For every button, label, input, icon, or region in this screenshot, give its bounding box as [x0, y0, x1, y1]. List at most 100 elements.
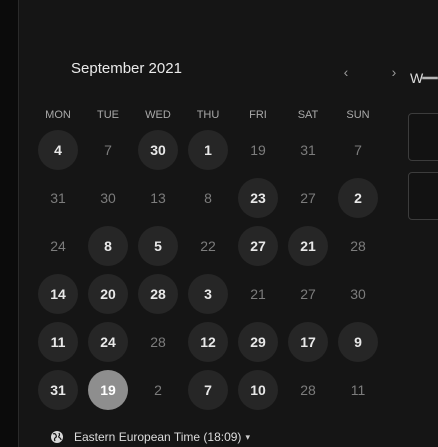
unavailable-day: 21	[233, 270, 283, 318]
available-day[interactable]: 27	[233, 222, 283, 270]
unavailable-day: 27	[283, 270, 333, 318]
available-day[interactable]: 4	[33, 126, 83, 174]
available-day[interactable]: 10	[233, 366, 283, 414]
day-number: 11	[38, 322, 78, 362]
available-day[interactable]: 31	[33, 366, 83, 414]
unavailable-day: 13	[133, 174, 183, 222]
unavailable-day: 27	[283, 174, 333, 222]
weekday-label: FRI	[249, 109, 267, 121]
unavailable-day: 11	[333, 366, 383, 414]
side-panel-divider	[422, 77, 438, 79]
available-day[interactable]: 29	[233, 318, 283, 366]
day-number: 20	[88, 274, 128, 314]
available-day[interactable]: 20	[83, 270, 133, 318]
calendar-week-row: 24 8 5 22 27 21 28	[33, 222, 383, 270]
weekday-label: SUN	[346, 109, 370, 121]
day-number: 9	[338, 322, 378, 362]
available-day[interactable]: 21	[283, 222, 333, 270]
day-number: 30	[138, 130, 178, 170]
available-day[interactable]: 2	[333, 174, 383, 222]
available-day[interactable]: 8	[83, 222, 133, 270]
unavailable-day: 8	[183, 174, 233, 222]
calendar-week-row: 31 30 13 8 23 27 2	[33, 174, 383, 222]
timezone-selector[interactable]: Eastern European Time (18:09) ▾	[50, 428, 250, 446]
month-title: September 2021	[71, 60, 182, 77]
day-number: 28	[150, 334, 166, 350]
day-number: 30	[100, 190, 116, 206]
day-number: 19	[88, 370, 128, 410]
day-number: 27	[300, 190, 316, 206]
globe-icon	[50, 430, 64, 444]
day-number: 7	[188, 370, 228, 410]
unavailable-day: 22	[183, 222, 233, 270]
available-day[interactable]: 3	[183, 270, 233, 318]
day-number: 29	[238, 322, 278, 362]
day-number: 28	[138, 274, 178, 314]
day-number: 21	[288, 226, 328, 266]
day-number: 28	[350, 238, 366, 254]
chevron-left-icon: ‹	[343, 64, 349, 80]
weekday-label: THU	[196, 109, 220, 121]
calendar-week-row: 11 24 28 12 29 17 9	[33, 318, 383, 366]
day-number: 8	[204, 190, 212, 206]
day-number: 7	[104, 142, 112, 158]
day-number: 7	[354, 142, 362, 158]
calendar-weeks: 4 7 30 1 19 31 7 31 30 13 8 23 27 2 24 8 5 22 27 21 28 14 20 28…	[33, 126, 383, 414]
available-day[interactable]: 28	[133, 270, 183, 318]
available-day[interactable]: 9	[333, 318, 383, 366]
available-day[interactable]: 12	[183, 318, 233, 366]
weekday-header-row: MON TUE WED THU FRI SAT SUN	[33, 104, 383, 126]
day-number: 31	[300, 142, 316, 158]
available-day[interactable]: 11	[33, 318, 83, 366]
unavailable-day: 28	[333, 222, 383, 270]
calendar-week-row: 14 20 28 3 21 27 30	[33, 270, 383, 318]
timezone-label: Eastern European Time (18:09)	[74, 430, 242, 444]
next-month-button[interactable]: ›	[386, 64, 402, 80]
day-number: 17	[288, 322, 328, 362]
weekday-label: TUE	[97, 109, 119, 121]
day-number: 24	[50, 238, 66, 254]
day-number: 31	[38, 370, 78, 410]
day-number: 11	[350, 382, 366, 398]
selected-day[interactable]: 19	[83, 366, 133, 414]
unavailable-day: 31	[283, 126, 333, 174]
chevron-right-icon: ›	[391, 64, 397, 80]
day-number: 14	[38, 274, 78, 314]
day-number: 13	[150, 190, 166, 206]
caret-down-icon: ▾	[245, 431, 250, 442]
calendar-grid: MON TUE WED THU FRI SAT SUN 4 7 30 1 19 31 7 31 30 13 8 2…	[33, 104, 383, 414]
unavailable-day: 31	[33, 174, 83, 222]
day-number: 8	[88, 226, 128, 266]
day-number: 30	[350, 286, 366, 302]
day-number: 2	[154, 382, 162, 398]
weekday-label: SAT	[297, 109, 319, 121]
unavailable-day: 7	[83, 126, 133, 174]
day-number: 12	[188, 322, 228, 362]
day-number: 27	[238, 226, 278, 266]
available-day[interactable]: 24	[83, 318, 133, 366]
weekday-label: MON	[45, 109, 71, 121]
day-number: 10	[238, 370, 278, 410]
time-slot-button[interactable]	[408, 113, 438, 161]
available-day[interactable]: 30	[133, 126, 183, 174]
day-number: 1	[188, 130, 228, 170]
available-day[interactable]: 17	[283, 318, 333, 366]
unavailable-day: 30	[333, 270, 383, 318]
day-number: 22	[200, 238, 216, 254]
calendar-week-row: 4 7 30 1 19 31 7	[33, 126, 383, 174]
available-day[interactable]: 14	[33, 270, 83, 318]
day-number: 23	[238, 178, 278, 218]
unavailable-day: 24	[33, 222, 83, 270]
unavailable-day: 28	[283, 366, 333, 414]
available-day[interactable]: 7	[183, 366, 233, 414]
day-number: 28	[300, 382, 316, 398]
available-day[interactable]: 5	[133, 222, 183, 270]
day-number: 3	[188, 274, 228, 314]
time-slot-button[interactable]	[408, 172, 438, 220]
unavailable-day: 2	[133, 366, 183, 414]
available-day[interactable]: 23	[233, 174, 283, 222]
day-number: 4	[38, 130, 78, 170]
day-number: 19	[250, 142, 266, 158]
available-day[interactable]: 1	[183, 126, 233, 174]
previous-month-button[interactable]: ‹	[338, 64, 354, 80]
